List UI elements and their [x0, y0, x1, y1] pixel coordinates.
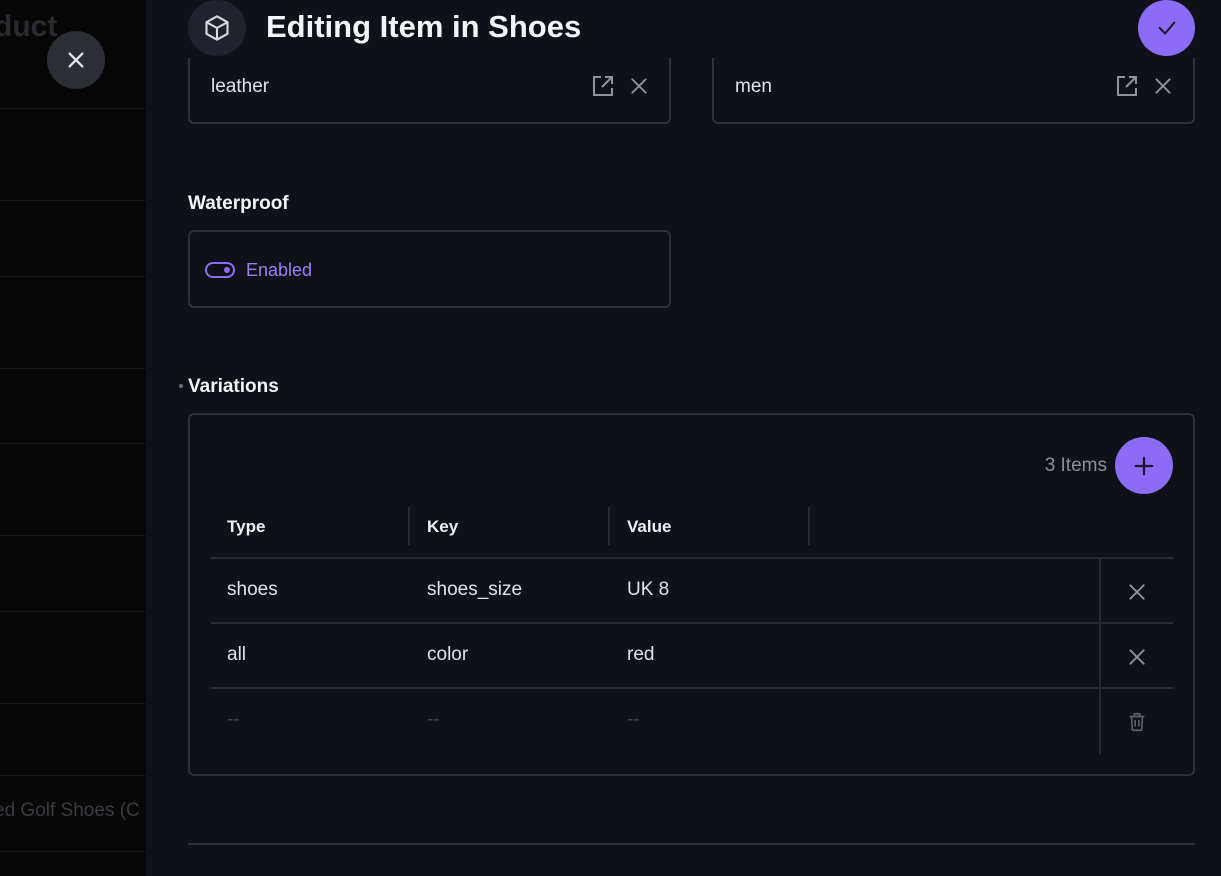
variations-field: 3 Items Type Key Value shoes shoes_size … [188, 413, 1195, 776]
column-header-key[interactable]: Key [427, 517, 458, 537]
table-row[interactable]: all color red [211, 624, 1173, 689]
column-header-value[interactable]: Value [627, 517, 671, 537]
cell-type: -- [227, 709, 240, 730]
trash-icon [1129, 712, 1145, 731]
delete-row-button[interactable] [1099, 689, 1173, 754]
toggle-knob [224, 267, 230, 273]
cell-type: shoes [227, 579, 278, 600]
cell-type: all [227, 644, 247, 665]
waterproof-label: Waterproof [188, 193, 289, 214]
cell-key: -- [427, 709, 440, 730]
column-resize-handle[interactable] [808, 507, 810, 545]
waterproof-toggle[interactable] [205, 262, 235, 278]
background-row-divider [0, 443, 146, 444]
background-row-divider [0, 368, 146, 369]
variations-label: Variations [188, 376, 279, 397]
remove-row-button[interactable] [1099, 624, 1173, 689]
background-row-divider [0, 775, 146, 776]
table-row[interactable]: -- -- -- [211, 689, 1173, 754]
relation-value: leather [211, 76, 270, 97]
column-header-type[interactable]: Type [227, 517, 265, 537]
required-indicator [179, 384, 183, 388]
cell-value: -- [627, 709, 640, 730]
background-row-divider [0, 851, 146, 852]
background-row-divider [0, 611, 146, 612]
check-icon [1158, 21, 1175, 35]
background-row-divider [0, 200, 146, 201]
cell-key: color [427, 644, 469, 665]
waterproof-field[interactable]: Enabled [188, 230, 671, 308]
cell-key: shoes_size [427, 579, 523, 600]
variations-table: Type Key Value shoes shoes_size UK 8 all [211, 505, 1173, 754]
close-icon[interactable] [1153, 76, 1173, 96]
close-drawer-button[interactable] [47, 31, 105, 89]
close-icon [1129, 648, 1145, 665]
drawer-header: Editing Item in Shoes [146, 0, 1221, 58]
column-resize-handle[interactable] [408, 507, 410, 545]
close-icon [68, 52, 84, 68]
save-button[interactable] [1138, 0, 1195, 56]
remove-row-button[interactable] [1099, 559, 1173, 624]
page-title: Editing Item in Shoes [266, 9, 582, 44]
add-variation-button[interactable] [1115, 437, 1173, 494]
background-row-divider [0, 535, 146, 536]
table-row[interactable]: shoes shoes_size UK 8 [211, 559, 1173, 624]
waterproof-status: Enabled [246, 260, 313, 280]
column-resize-handle[interactable] [608, 507, 610, 545]
items-count: 3 Items [1044, 455, 1107, 476]
edit-item-drawer: leather men Editing Item in Shoes Waterp… [146, 0, 1221, 876]
open-in-new-icon[interactable] [591, 74, 615, 98]
cell-value: UK 8 [627, 579, 670, 600]
open-in-new-icon[interactable] [1115, 74, 1139, 98]
background-row-divider [0, 276, 146, 277]
relation-value: men [735, 76, 772, 97]
plus-icon [1134, 456, 1154, 475]
table-header: Type Key Value [211, 505, 1173, 559]
section-divider [188, 843, 1195, 845]
cube-icon [188, 0, 246, 56]
background-title: duct [0, 10, 58, 43]
background-row-divider [0, 703, 146, 704]
background-page: duct ed Golf Shoes (C [0, 0, 146, 876]
background-list-text: ed Golf Shoes (C [0, 800, 140, 821]
background-row-divider [0, 108, 146, 109]
cell-value: red [627, 644, 655, 665]
close-icon [1129, 583, 1145, 600]
close-icon[interactable] [629, 76, 649, 96]
